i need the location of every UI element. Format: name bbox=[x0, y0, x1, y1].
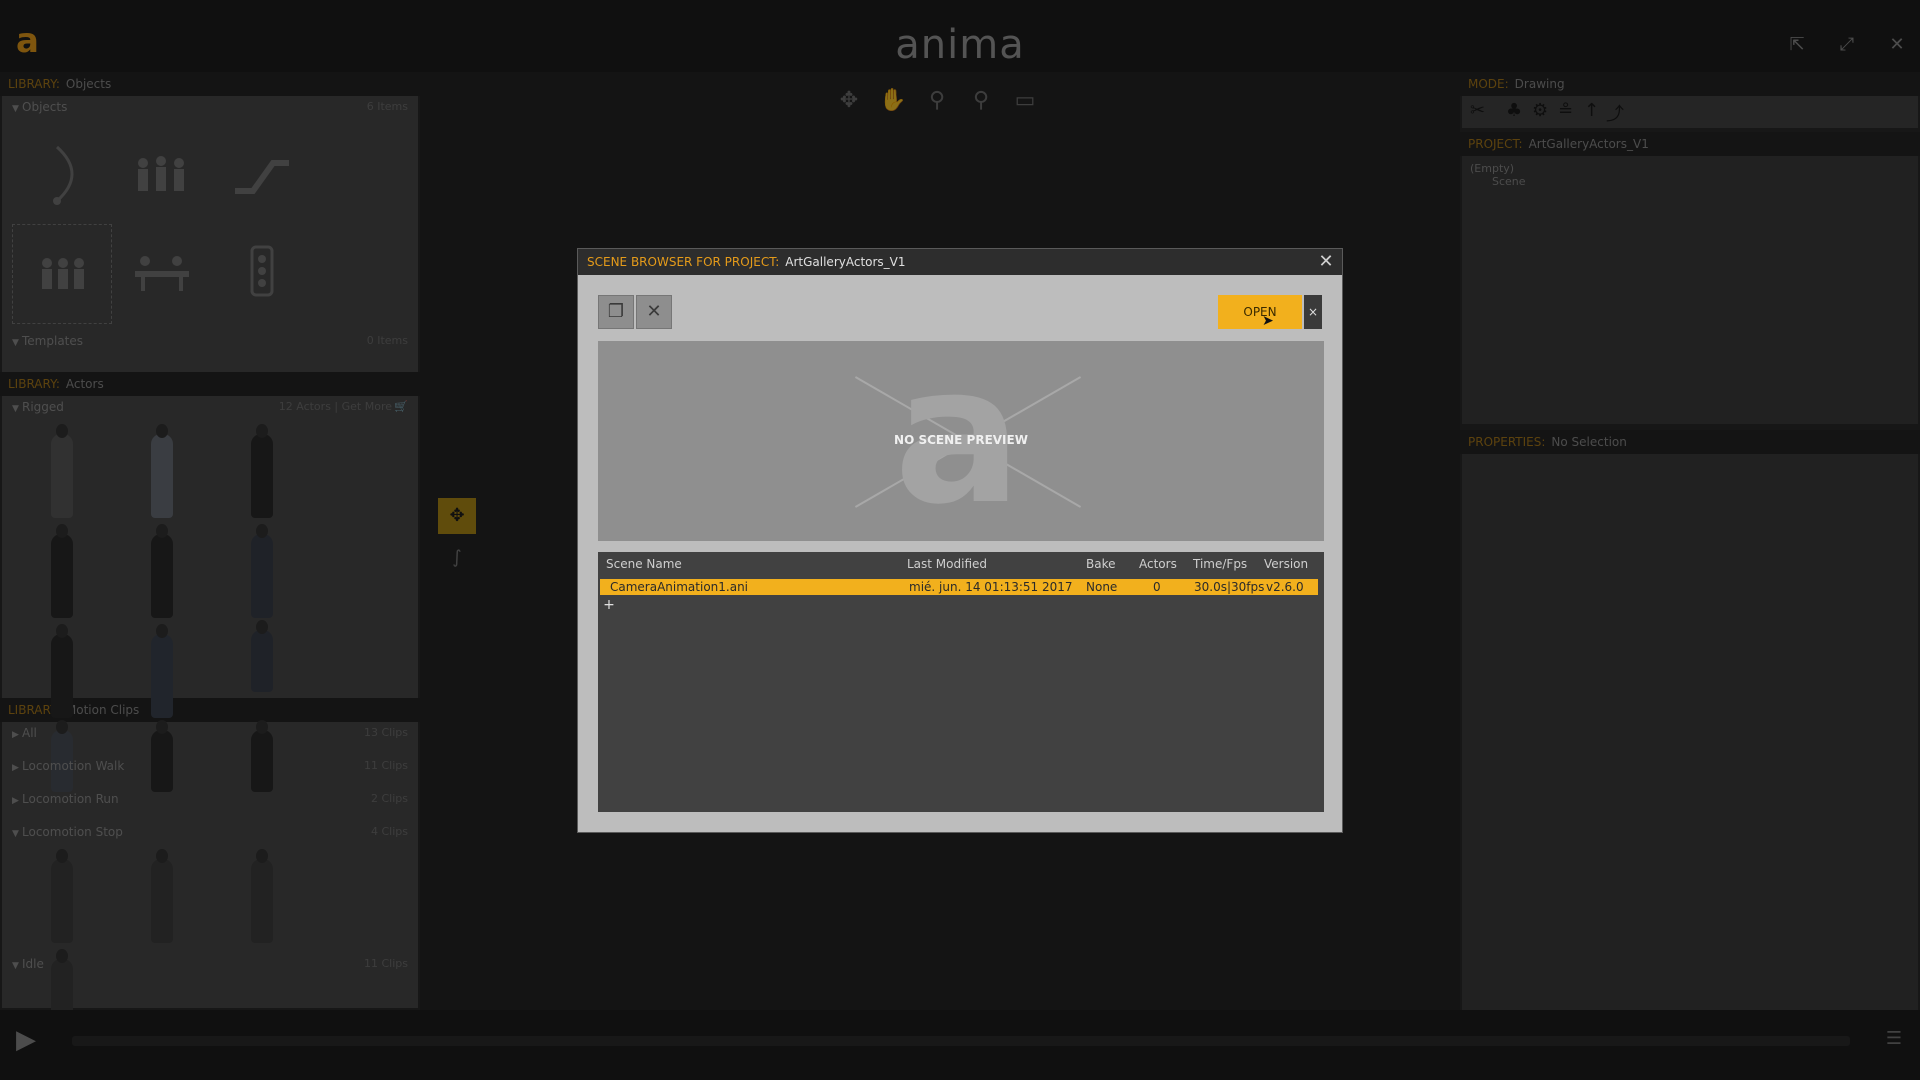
close-dialog-icon[interactable]: ✕ bbox=[1316, 249, 1336, 275]
last-modified-cell: mié. jun. 14 01:13:51 2017 bbox=[909, 580, 1073, 594]
no-preview-text: NO SCENE PREVIEW bbox=[894, 433, 1028, 447]
dialog-title-key: SCENE BROWSER FOR PROJECT: bbox=[587, 255, 780, 269]
add-scene-button[interactable]: + bbox=[602, 598, 616, 612]
open-dismiss-button[interactable]: × bbox=[1304, 295, 1322, 329]
column-header[interactable]: Version bbox=[1264, 552, 1308, 576]
column-header[interactable]: Last Modified bbox=[907, 552, 987, 576]
table-header: Scene Name Last Modified Bake Actors Tim… bbox=[598, 552, 1324, 576]
scene-name-cell: CameraAnimation1.ani bbox=[610, 580, 749, 594]
bake-cell: None bbox=[1086, 580, 1118, 594]
version-cell: v2.6.0 bbox=[1266, 580, 1304, 594]
column-header[interactable]: Bake bbox=[1086, 552, 1116, 576]
time-fps-cell: 30.0s|30fps bbox=[1194, 580, 1265, 594]
mouse-cursor-icon: ➤ bbox=[1262, 313, 1274, 329]
column-header[interactable]: Scene Name bbox=[606, 552, 682, 576]
delete-scene-icon[interactable]: ✕ bbox=[636, 295, 672, 329]
scene-preview: a NO SCENE PREVIEW bbox=[598, 341, 1324, 541]
scene-browser-dialog: SCENE BROWSER FOR PROJECT: ArtGalleryActo… bbox=[577, 248, 1343, 833]
table-row[interactable]: CameraAnimation1.ani mié. jun. 14 01:13:… bbox=[600, 579, 1318, 595]
open-button[interactable]: OPEN bbox=[1218, 295, 1302, 329]
column-header[interactable]: Time/Fps bbox=[1193, 552, 1247, 576]
scene-table: Scene Name Last Modified Bake Actors Tim… bbox=[598, 552, 1324, 812]
actors-cell: 0 bbox=[1153, 580, 1161, 594]
duplicate-scene-icon[interactable]: ❐ bbox=[598, 295, 634, 329]
dialog-title-bar: SCENE BROWSER FOR PROJECT: ArtGalleryActo… bbox=[578, 249, 1342, 275]
dialog-title-value: ArtGalleryActors_V1 bbox=[785, 255, 906, 269]
column-header[interactable]: Actors bbox=[1139, 552, 1177, 576]
